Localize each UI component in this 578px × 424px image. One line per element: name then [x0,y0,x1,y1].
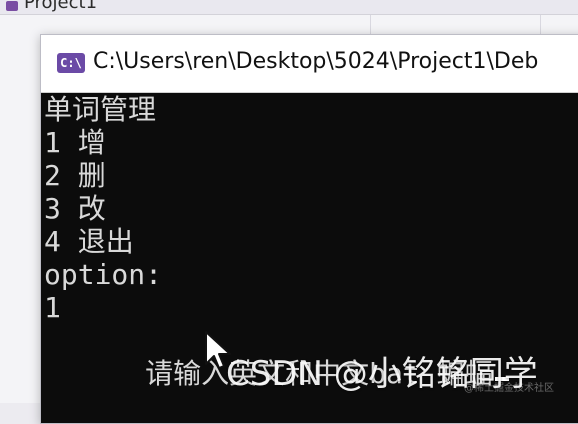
console-window: C:\ C:\Users\ren\Desktop\5024\Project1\D… [40,34,578,424]
console-window-title: C:\Users\ren\Desktop\5024\Project1\Deb [93,49,539,74]
console-prompt-text: 请输入英文和中文bat 蝙蝠 [145,357,493,390]
console-line-option-3: 3 改 [44,192,106,225]
console-window-icon: C:\ [57,53,85,73]
console-line-option-4: 4 退出 [44,225,134,258]
console-line-option-1: 1 增 [44,126,106,159]
console-output[interactable]: 单词管理 1 增 2 删 3 改 4 退出 option: 1 请输入英文和中文… [41,93,578,423]
console-titlebar[interactable]: C:\ C:\Users\ren\Desktop\5024\Project1\D… [41,35,578,93]
console-line-option-2: 2 删 [44,159,106,192]
background-app-icon [6,1,18,11]
text-cursor [494,377,509,381]
console-line-option-label: option: [44,258,163,291]
background-titlebar: Project1 [0,0,578,15]
console-line-title: 单词管理 [44,93,157,126]
console-line-prompt: 请输入英文和中文bat 蝙蝠 [44,324,578,423]
background-title-text: Project1 [24,0,98,13]
console-line-user-input: 1 [44,291,61,324]
